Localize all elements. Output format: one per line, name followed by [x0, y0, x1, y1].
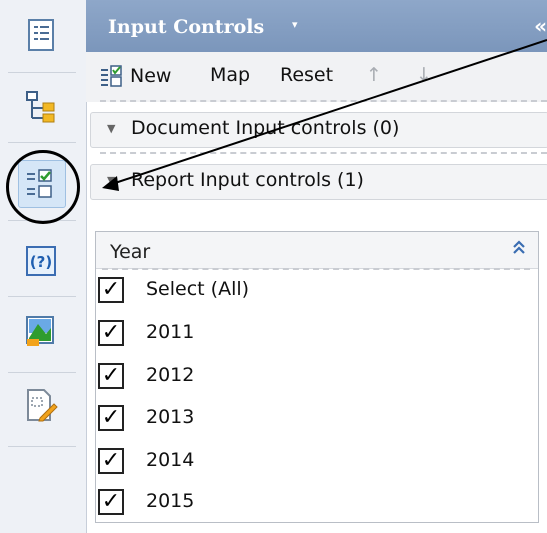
annotation-arrow [102, 39, 547, 191]
